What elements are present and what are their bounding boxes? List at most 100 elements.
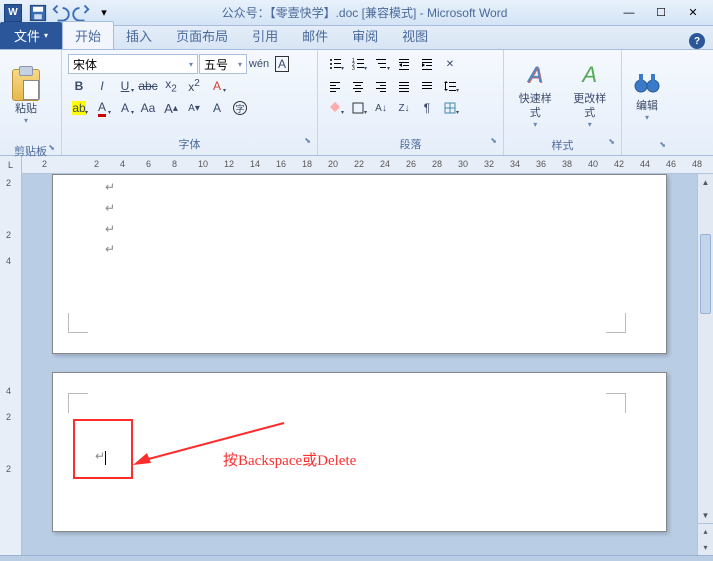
window-controls: — ☐ ✕ xyxy=(615,3,707,23)
quick-access-toolbar: ▾ xyxy=(28,3,114,23)
align-distribute-button[interactable] xyxy=(416,76,438,96)
tab-insert[interactable]: 插入 xyxy=(114,22,164,49)
grow-font-button[interactable]: A▴ xyxy=(160,98,182,118)
highlight-button[interactable]: ab xyxy=(68,98,90,118)
annotation-highlight-box xyxy=(73,419,133,479)
align-center-button[interactable] xyxy=(347,76,369,96)
prev-page-button[interactable]: ▴ xyxy=(698,524,713,540)
text-effects-button[interactable]: A xyxy=(206,76,228,96)
tab-mailings[interactable]: 邮件 xyxy=(290,22,340,49)
maximize-button[interactable]: ☐ xyxy=(647,3,675,23)
shading-button[interactable] xyxy=(324,98,346,118)
align-left-button[interactable] xyxy=(324,76,346,96)
group-label-paragraph: 段落 xyxy=(322,135,499,153)
char-shading-button[interactable]: A xyxy=(114,98,136,118)
sort-button[interactable]: A↓ xyxy=(370,98,392,118)
font-color-button[interactable]: A xyxy=(91,98,113,118)
ribbon-tabs: 文件 开始 插入 页面布局 引用 邮件 审阅 视图 ? xyxy=(0,26,713,50)
bottom-spacer xyxy=(0,555,713,561)
align-right-button[interactable] xyxy=(370,76,392,96)
change-case-button[interactable]: Aa xyxy=(137,98,159,118)
horizontal-ruler-row: L 42246810121416182022242628303234363840… xyxy=(0,156,713,174)
paragraph-mark: ↵ xyxy=(105,241,666,258)
group-label-styles: 样式 xyxy=(508,136,617,154)
redo-icon[interactable] xyxy=(72,3,92,23)
paragraph-mark: ↵ xyxy=(105,221,666,238)
enclose-char-button[interactable]: 字 xyxy=(229,98,251,118)
show-marks-button[interactable]: ¶ xyxy=(416,98,438,118)
annotation-text: 按Backspace或Delete xyxy=(223,449,356,470)
font-size-combo[interactable]: 五号 xyxy=(199,54,247,74)
paste-icon xyxy=(10,69,42,101)
shrink-font-button[interactable]: A▾ xyxy=(183,98,205,118)
document-scroll[interactable]: ↵ ↵ ↵ ↵ ↵ 按Backspace或Dele xyxy=(22,174,713,555)
group-label-font: 字体 xyxy=(66,135,313,153)
qat-dropdown-icon[interactable]: ▾ xyxy=(94,3,114,23)
paste-button[interactable]: 粘贴 ▾ xyxy=(4,52,48,142)
underline-button[interactable]: U xyxy=(114,76,136,96)
sort-desc-button[interactable]: Z↓ xyxy=(393,98,415,118)
group-font: 宋体 五号 wén A B I U abc x2 x2 A ab A xyxy=(62,50,318,155)
save-icon[interactable] xyxy=(28,3,48,23)
vertical-ruler[interactable]: 224422 xyxy=(0,174,22,555)
change-styles-button[interactable]: A 更改样式 ▾ xyxy=(563,52,618,136)
numbering-button[interactable]: 123 xyxy=(347,54,369,74)
italic-button[interactable]: I xyxy=(91,76,113,96)
asian-layout-button[interactable]: ✕ xyxy=(439,54,461,74)
clear-format-button[interactable]: A xyxy=(206,98,228,118)
superscript-button[interactable]: x2 xyxy=(183,76,205,96)
strikethrough-button[interactable]: abc xyxy=(137,76,159,96)
tab-view[interactable]: 视图 xyxy=(390,22,440,49)
bullets-button[interactable] xyxy=(324,54,346,74)
tab-review[interactable]: 审阅 xyxy=(340,22,390,49)
scroll-up-button[interactable]: ▲ xyxy=(698,174,713,190)
quick-styles-button[interactable]: A 快速样式 ▾ xyxy=(508,52,563,136)
phonetic-guide-icon[interactable]: wén xyxy=(248,54,270,74)
document-pages: ↵ ↵ ↵ ↵ ↵ 按Backspace或Dele xyxy=(22,174,697,555)
word-app-icon: W xyxy=(4,4,22,22)
horizontal-ruler[interactable]: 4224681012141618202224262830323436384042… xyxy=(22,156,713,173)
help-icon[interactable]: ? xyxy=(689,33,705,49)
page-1[interactable]: ↵ ↵ ↵ ↵ xyxy=(52,174,667,354)
paragraph-mark: ↵ xyxy=(105,200,666,217)
subscript-button[interactable]: x2 xyxy=(160,76,182,96)
margin-corner-icon xyxy=(68,393,88,413)
tab-home[interactable]: 开始 xyxy=(62,21,114,49)
change-styles-icon: A xyxy=(574,59,606,91)
margin-corner-icon xyxy=(68,313,88,333)
quick-styles-icon: A xyxy=(519,59,551,91)
group-editing: 编辑 ▾ xyxy=(622,50,672,155)
group-styles: A 快速样式 ▾ A 更改样式 ▾ 样式 xyxy=(504,50,622,155)
decrease-indent-button[interactable] xyxy=(393,54,415,74)
binoculars-icon xyxy=(631,66,663,98)
borders-button[interactable] xyxy=(347,98,369,118)
tab-file[interactable]: 文件 xyxy=(0,22,62,49)
tab-references[interactable]: 引用 xyxy=(240,22,290,49)
tab-layout[interactable]: 页面布局 xyxy=(164,22,240,49)
multilevel-button[interactable] xyxy=(370,54,392,74)
undo-icon[interactable] xyxy=(50,3,70,23)
page-2[interactable]: ↵ 按Backspace或Delete xyxy=(52,372,667,532)
scroll-down-button[interactable]: ▼ xyxy=(698,507,713,523)
close-button[interactable]: ✕ xyxy=(679,3,707,23)
scroll-thumb[interactable] xyxy=(700,234,711,314)
margin-corner-icon xyxy=(606,393,626,413)
bold-button[interactable]: B xyxy=(68,76,90,96)
paragraph-mark: ↵ xyxy=(105,179,666,196)
group-clipboard: 粘贴 ▾ 剪贴板 xyxy=(0,50,62,155)
find-button[interactable]: 编辑 ▾ xyxy=(625,52,669,136)
ribbon: 粘贴 ▾ 剪贴板 宋体 五号 wén A B I U abc x2 xyxy=(0,50,713,156)
align-justify-button[interactable] xyxy=(393,76,415,96)
document-area: 224422 ↵ ↵ ↵ ↵ ↵ xyxy=(0,174,713,555)
font-name-combo[interactable]: 宋体 xyxy=(68,54,198,74)
vertical-scrollbar[interactable]: ▲ ▼ ▴ ▾ xyxy=(697,174,713,555)
character-border-icon[interactable]: A xyxy=(271,54,293,74)
increase-indent-button[interactable] xyxy=(416,54,438,74)
snap-grid-button[interactable] xyxy=(439,98,461,118)
group-paragraph: 123 ✕ A↓ Z↓ xyxy=(318,50,504,155)
window-title: 公众号：【零壹快学】.doc [兼容模式] - Microsoft Word xyxy=(114,4,615,21)
svg-text:3: 3 xyxy=(352,66,355,71)
next-page-button[interactable]: ▾ xyxy=(698,540,713,556)
line-spacing-button[interactable] xyxy=(439,76,461,96)
minimize-button[interactable]: — xyxy=(615,3,643,23)
